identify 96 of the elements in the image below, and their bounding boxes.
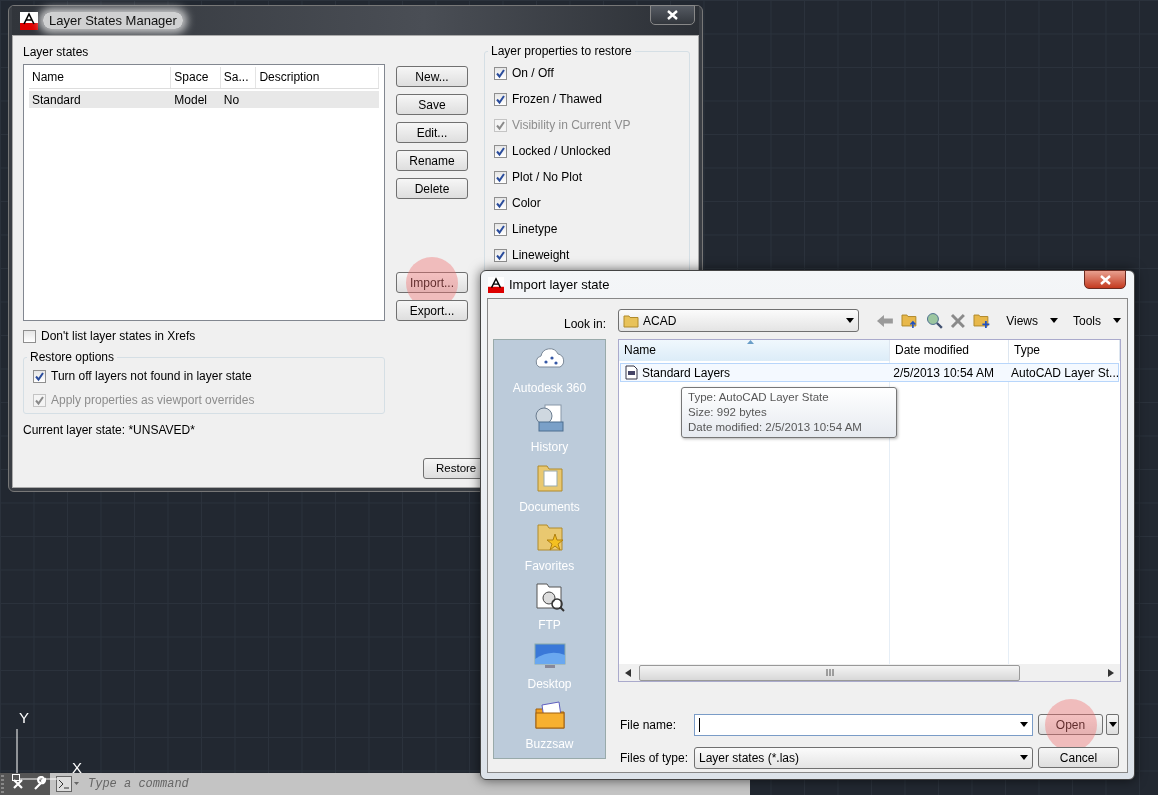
tooltip-text: Size: 992 bytes <box>688 405 768 420</box>
table-cell-text: Model <box>173 92 209 107</box>
horizontal-scrollbar[interactable] <box>619 664 1120 681</box>
sort-arrow-icon <box>747 340 754 344</box>
close-button[interactable] <box>1084 270 1126 289</box>
file-name-field[interactable] <box>694 713 1033 736</box>
folder-up-icon[interactable] <box>900 312 919 329</box>
column-header[interactable]: Name <box>29 67 172 88</box>
column-header[interactable]: Type <box>1009 340 1120 361</box>
new-folder-icon[interactable] <box>973 312 992 329</box>
dialog-button[interactable]: Open <box>1038 714 1103 735</box>
close-icon[interactable] <box>12 778 24 790</box>
table-row[interactable]: Standard Model No <box>29 91 379 108</box>
section-label: Layer states <box>23 44 90 60</box>
table-cell-text: No <box>222 92 241 107</box>
status-text: Current layer state: *UNSAVED* <box>23 423 196 437</box>
caret-icon <box>845 318 854 323</box>
wrench-icon[interactable] <box>32 776 48 792</box>
prompt-icon[interactable] <box>56 776 80 792</box>
dropdown-button[interactable] <box>1106 714 1119 735</box>
checkbox[interactable] <box>494 222 507 236</box>
table-cell-text: AutoCAD Layer St... <box>1010 365 1118 380</box>
dialog-button[interactable]: Edit... <box>396 122 468 143</box>
column-header[interactable]: Space <box>171 67 221 88</box>
grip-icon <box>825 669 834 676</box>
checkbox[interactable] <box>33 369 46 383</box>
checkbox[interactable] <box>494 196 507 210</box>
checkbox-label: Frozen / Thawed <box>512 92 602 106</box>
window-title: Import layer state <box>509 277 610 292</box>
checkbox-label: On / Off <box>512 66 554 80</box>
checkbox[interactable] <box>494 170 507 184</box>
close-icon <box>667 10 678 20</box>
file-row[interactable]: Standard Layers 2/5/2013 10:54 AM AutoCAD Layer St... <box>620 363 1119 382</box>
checkbox[interactable] <box>494 144 507 158</box>
checkbox-label: Plot / No Plot <box>512 170 583 184</box>
checkbox-label: Locked / Unlocked <box>512 144 611 158</box>
checkbox-label: Apply properties as viewport overrides <box>51 393 255 407</box>
column-header[interactable]: Date modified <box>890 340 1009 361</box>
toolbar-menu[interactable]: Tools <box>1065 313 1121 328</box>
table-cell: Standard Layers <box>621 365 890 380</box>
checkbox[interactable] <box>494 248 507 262</box>
file-icon <box>625 365 638 380</box>
checkbox[interactable] <box>23 329 36 343</box>
tooltip-text: Type: AutoCAD Layer State <box>688 390 830 405</box>
field-label: File name: <box>619 717 678 732</box>
column-header[interactable]: Sa... <box>220 67 257 88</box>
checkbox[interactable] <box>494 66 507 80</box>
dialog-button[interactable]: New... <box>396 66 468 87</box>
caret-icon <box>1108 722 1117 727</box>
caret-icon <box>1050 318 1058 323</box>
field-label: Files of type: <box>619 750 690 765</box>
app-icon <box>20 11 38 30</box>
dialog-button[interactable]: Delete <box>396 178 468 199</box>
axis-line <box>16 729 18 775</box>
folder-icon <box>623 312 639 329</box>
caret-icon <box>1113 318 1121 323</box>
look-in-label: Look in: <box>562 316 606 331</box>
place-icon <box>532 402 567 435</box>
axis-label: X <box>72 760 82 775</box>
table-cell-text: Standard <box>31 92 82 107</box>
checkbox-label: Color <box>512 196 541 210</box>
checkbox-label: Visibility in Current VP <box>512 118 631 132</box>
dialog-button[interactable]: Rename <box>396 150 468 171</box>
checkbox-label: Turn off layers not found in layer state <box>51 369 252 383</box>
delete-icon[interactable] <box>950 312 967 329</box>
caret-icon <box>1020 755 1028 760</box>
column-header[interactable]: Name <box>619 340 890 361</box>
column-header[interactable]: Description <box>256 67 379 88</box>
dialog-button[interactable]: Save <box>396 94 468 115</box>
checkbox-label: Don't list layer states in Xrefs <box>41 329 196 343</box>
scroll-right-icon[interactable] <box>1108 668 1114 677</box>
checkbox-label: Lineweight <box>512 248 570 262</box>
caret-icon <box>1020 722 1028 727</box>
window-title: Layer States Manager <box>43 12 183 29</box>
grip-icon[interactable] <box>1 775 4 793</box>
group-title: Layer properties to restore <box>490 44 633 58</box>
dialog-button[interactable]: Import... <box>396 272 468 293</box>
dialog-button[interactable]: Export... <box>396 300 468 321</box>
group-title: Restore options <box>29 350 116 364</box>
dialog-button[interactable]: Cancel <box>1038 747 1119 768</box>
close-icon <box>1099 274 1111 285</box>
file-type-dropdown[interactable]: Layer states (*.las) <box>694 746 1033 769</box>
text-cursor-icon <box>699 717 700 732</box>
scroll-left-icon[interactable] <box>625 668 631 677</box>
tooltip-text: Date modified: 2/5/2013 10:54 AM <box>688 420 863 435</box>
toolbar-menu[interactable]: Views <box>998 313 1058 328</box>
app-icon <box>488 276 504 293</box>
checkbox[interactable] <box>494 92 507 106</box>
checkbox-label: Linetype <box>512 222 558 236</box>
table-cell-text: 2/5/2013 10:54 AM <box>892 365 995 380</box>
place-icon <box>532 698 567 731</box>
ucs-origin-icon <box>12 774 57 782</box>
look-in-dropdown[interactable]: ACAD <box>618 309 859 332</box>
axis-label: Y <box>19 710 29 725</box>
close-button[interactable] <box>650 5 695 25</box>
search-web-icon[interactable] <box>925 312 944 329</box>
